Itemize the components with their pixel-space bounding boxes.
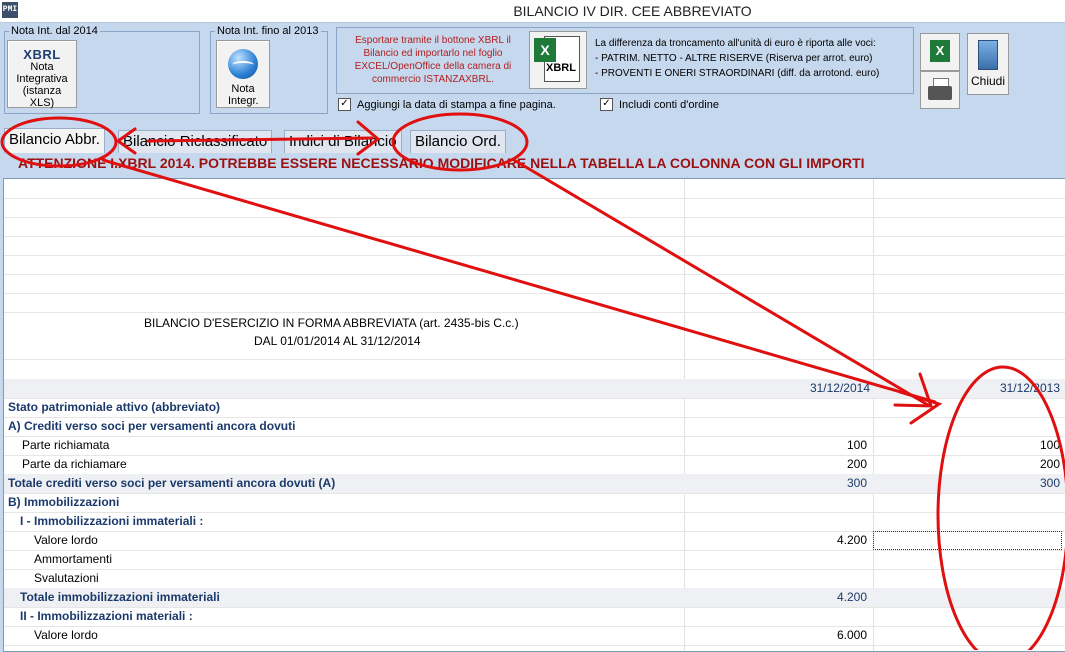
- conti-ordine-label: Includi conti d'ordine: [619, 98, 719, 111]
- table-row[interactable]: Parte da richiamare 200 200: [4, 455, 1065, 475]
- value-2014-cell[interactable]: 6.000: [687, 628, 867, 642]
- close-button[interactable]: Chiudi: [967, 33, 1009, 95]
- report-heading-line2: DAL 01/01/2014 AL 31/12/2014: [254, 334, 421, 348]
- close-label: Chiudi: [970, 74, 1006, 88]
- row-label: Parte da richiamare: [22, 457, 127, 471]
- rounding-note-line3: - PROVENTI E ONERI STRAORDINARI (diff. d…: [595, 68, 880, 79]
- table-row[interactable]: Valore lordo 4.200: [4, 531, 1065, 551]
- rounding-note: La differenza da troncamento all'unità d…: [595, 36, 911, 81]
- row-label: Parte richiamata: [22, 438, 110, 452]
- tab-bilancio-riclassificato[interactable]: Bilancio Riclassificato: [118, 130, 273, 153]
- table-row[interactable]: Totale crediti verso soci per versamenti…: [4, 474, 1065, 494]
- value-2014-cell[interactable]: 300: [687, 476, 867, 490]
- table-row: [4, 274, 1065, 294]
- excel-icon: X: [534, 38, 556, 62]
- print-date-option[interactable]: ✓ Aggiungi la data di stampa a fine pagi…: [338, 98, 556, 111]
- table-row: [4, 179, 1065, 199]
- column-header-2014: 31/12/2014: [809, 381, 870, 395]
- value-2014-cell[interactable]: 4.200: [687, 533, 867, 547]
- window-title: BILANCIO IV DIR. CEE ABBREVIATO: [513, 3, 752, 19]
- table-row: [4, 255, 1065, 275]
- exit-door-icon: [978, 40, 998, 70]
- header-row: 31/12/2014 31/12/2013: [4, 379, 1065, 399]
- table-row[interactable]: Totale immobilizzazioni immateriali 4.200: [4, 588, 1065, 608]
- group-nota-dal-2014-legend: Nota Int. dal 2014: [11, 25, 98, 37]
- table-row[interactable]: I - Immobilizzazioni immateriali :: [4, 512, 1065, 532]
- value-2013-cell[interactable]: 100: [880, 438, 1060, 452]
- excel-export-button[interactable]: X: [920, 33, 960, 71]
- table-row: [4, 198, 1065, 218]
- tab-bilancio-abbr[interactable]: Bilancio Abbr.: [4, 128, 105, 153]
- row-label: Totale immobilizzazioni immateriali: [20, 590, 220, 604]
- value-2013-cell[interactable]: 300: [880, 476, 1060, 490]
- row-label: Stato patrimoniale attivo (abbreviato): [8, 400, 221, 414]
- table-row[interactable]: II - Immobilizzazioni materiali :: [4, 607, 1065, 627]
- row-label: Valore lordo: [34, 533, 98, 547]
- print-date-label: Aggiungi la data di stampa a fine pagina…: [357, 98, 556, 111]
- title-bar: PMI BILANCIO IV DIR. CEE ABBREVIATO: [0, 0, 1065, 23]
- xbrl-export-label: XBRL: [546, 62, 576, 74]
- nota-integrativa-button[interactable]: Nota Integr.: [216, 40, 270, 108]
- row-label: Valore lordo: [34, 628, 98, 642]
- warning-bar: ATTENZIONE I.XBRL 2014. POTREBBE ESSERE …: [0, 154, 1065, 174]
- tab-bar: Bilancio Abbr. Bilancio Riclassificato I…: [0, 128, 1065, 154]
- focused-cell[interactable]: [873, 531, 1062, 550]
- row-label: Totale crediti verso soci per versamenti…: [8, 476, 336, 490]
- column-header-2013: 31/12/2013: [999, 381, 1060, 395]
- table-row[interactable]: Stato patrimoniale attivo (abbreviato): [4, 398, 1065, 418]
- conti-ordine-checkbox[interactable]: ✓: [600, 98, 613, 111]
- xbrl-export-button[interactable]: X XBRL: [529, 31, 587, 89]
- export-instructions: Esportare tramite il bottone XBRL il Bil…: [354, 35, 512, 85]
- table-row: [4, 360, 1065, 380]
- row-label: Svalutazioni: [34, 571, 99, 585]
- xbrl-logo-icon: XBRL: [23, 47, 61, 62]
- print-date-checkbox[interactable]: ✓: [338, 98, 351, 111]
- row-label: Ammortamenti: [34, 552, 113, 566]
- table-row[interactable]: A) Crediti verso soci per versamenti anc…: [4, 417, 1065, 437]
- table-row[interactable]: B) Immobilizzazioni: [4, 493, 1065, 513]
- report-heading-row: BILANCIO D'ESERCIZIO IN FORMA ABBREVIATA…: [4, 312, 1065, 360]
- report-heading-line1: BILANCIO D'ESERCIZIO IN FORMA ABBREVIATA…: [144, 316, 519, 330]
- rounding-note-line2: - PATRIM. NETTO - ALTRE RISERVE (Riserva…: [595, 53, 873, 64]
- tab-indici-di-bilancio[interactable]: Indici di Bilancio: [284, 130, 402, 153]
- balance-sheet-grid[interactable]: BILANCIO D'ESERCIZIO IN FORMA ABBREVIATA…: [3, 178, 1065, 652]
- row-label: I - Immobilizzazioni immateriali :: [20, 514, 204, 528]
- table-row[interactable]: Svalutazioni: [4, 569, 1065, 589]
- export-panel: Esportare tramite il bottone XBRL il Bil…: [336, 27, 914, 94]
- openoffice-globe-icon: [228, 49, 258, 79]
- table-row: [4, 217, 1065, 237]
- table-row[interactable]: Parte richiamata 100 100: [4, 436, 1065, 456]
- excel-icon: X: [930, 40, 950, 62]
- table-row: [4, 293, 1065, 313]
- table-row[interactable]: Ammortamenti: [4, 550, 1065, 570]
- print-button[interactable]: [920, 71, 960, 109]
- printer-icon: [928, 86, 952, 100]
- group-nota-fino-2013-legend: Nota Int. fino al 2013: [217, 25, 319, 37]
- nota-integrativa-label: Nota Integr.: [228, 83, 259, 107]
- value-2014-cell[interactable]: 100: [687, 438, 867, 452]
- row-label: B) Immobilizzazioni: [8, 495, 120, 509]
- row-label: II - Immobilizzazioni materiali :: [20, 609, 193, 623]
- rounding-note-line1: La differenza da troncamento all'unità d…: [595, 38, 876, 49]
- value-2014-cell[interactable]: 200: [687, 457, 867, 471]
- tab-bilancio-ord[interactable]: Bilancio Ord.: [410, 130, 506, 153]
- warning-message: ATTENZIONE I.XBRL 2014. POTREBBE ESSERE …: [18, 155, 865, 171]
- table-row[interactable]: Valore lordo 6.000: [4, 626, 1065, 646]
- value-2014-cell[interactable]: 4.200: [687, 590, 867, 604]
- nota-integrativa-xls-button[interactable]: XBRL Nota Integrativa (istanza XLS): [7, 40, 77, 109]
- row-label: A) Crediti verso soci per versamenti anc…: [8, 419, 296, 433]
- table-row: [4, 236, 1065, 256]
- nota-integrativa-xls-label: Nota Integrativa (istanza XLS): [16, 61, 68, 109]
- value-2013-cell[interactable]: 200: [880, 457, 1060, 471]
- conti-ordine-option[interactable]: ✓ Includi conti d'ordine: [600, 98, 719, 111]
